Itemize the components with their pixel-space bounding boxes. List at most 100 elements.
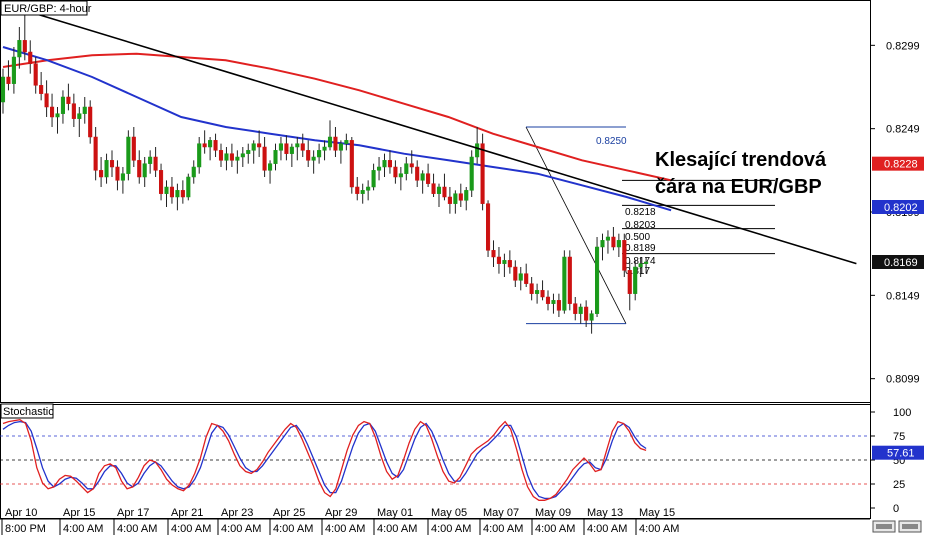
candle-body [246,150,251,154]
candle-body [633,266,638,294]
candle [486,200,491,257]
candle-body [208,140,213,148]
time-date-label: May 01 [377,507,413,519]
price-axis: 0.82990.82490.81990.81490.80990.82280.82… [870,40,924,386]
candle-body [404,163,409,174]
time-hour-label: 4:00 AM [483,523,523,535]
candle-body [535,290,540,294]
forex-chart: 0.82500.82180.82030.5000.81890.81740.817… [0,0,924,535]
time-date-label: May 13 [587,507,623,519]
candle-body [622,240,627,271]
candle-body [458,193,463,201]
candle-body [39,85,44,94]
candle-body [616,240,621,248]
candle [469,150,474,197]
candle-body [567,256,572,304]
candle-body [120,173,125,181]
candle-body [387,160,392,168]
candle-body [71,103,76,119]
stochastic-badge: 57.61 [872,445,924,460]
stochastic-tick-label: 75 [893,431,905,443]
candle-body [431,183,436,194]
candle-body [104,160,109,178]
time-hour-label: 8:00 PM [5,523,46,535]
stochastic-tick-label: 0 [893,503,899,515]
candle-body [595,246,600,314]
annotation-line-2: čára na EUR/GBP [655,176,822,198]
candle-body [426,173,431,184]
candle-body [420,173,425,181]
candle-body [627,270,632,294]
candle-body [556,300,561,311]
candle-body [6,76,11,84]
time-date-label: May 05 [431,507,467,519]
candle-body [338,143,343,151]
candle-body [486,203,491,251]
candle-body [611,236,616,248]
candle-body [398,173,403,178]
candle-body [268,163,273,171]
candle [562,250,567,314]
candle-body [382,160,387,168]
candle-body [77,113,82,119]
candle-body [180,190,185,198]
stochastic-tick-label: 100 [893,407,911,419]
time-hour-label: 4:00 AM [325,523,365,535]
candle-body [44,93,49,108]
price-badge-label: 0.8169 [884,257,918,269]
fib-label: 0.500 [625,232,650,243]
candle-body [311,156,316,161]
candle-body [573,303,578,314]
time-date-label: May 15 [639,507,675,519]
candle-body [436,186,442,194]
annotation-line-1: Klesající trendová [655,149,827,171]
candle-body [60,96,66,114]
candle-body [600,240,605,248]
stochastic-badge-label: 57.61 [887,448,915,460]
candle-body [545,296,551,304]
candle-body [240,153,245,158]
candle-body [213,140,218,151]
price-badge-label: 0.8202 [884,202,918,214]
time-hour-label: 4:00 AM [587,523,627,535]
candle-body [393,166,398,178]
candle-body [93,136,98,171]
candle-body [273,150,278,164]
candle-body [333,136,338,151]
candle-body [638,263,643,268]
candle-body [317,150,322,158]
fib-label: 0.8250 [596,136,627,147]
candle [88,100,93,144]
candle-body [349,140,354,188]
price-tick-label: 0.8249 [886,124,920,136]
stochastic-tick-label: 25 [893,479,905,491]
candle-body [257,143,262,148]
candle-body [148,156,153,164]
candle-body [518,273,523,281]
candle-body [377,166,382,171]
time-hour-label: 4:00 AM [431,523,471,535]
fib-label: 0.8203 [625,220,656,231]
candle-body [50,106,55,118]
chart-scroll-icon[interactable] [872,520,896,533]
candle-body [447,196,452,204]
candle-body [295,143,300,148]
price-tick-label: 0.8149 [886,290,920,302]
candle-body [0,76,6,103]
candle-body [99,170,104,178]
price-badge: 0.8169 [872,255,924,269]
time-hour-label: 4:00 AM [221,523,261,535]
candle-body [262,146,267,171]
candle [126,130,131,181]
stochastic-axis: 100755025057.61 [870,407,924,515]
fib-label: 0.8218 [625,207,656,218]
chart-options-icon[interactable] [898,520,922,533]
candle-body [496,256,501,264]
candle-body [480,143,485,204]
candle-body [137,160,142,178]
time-date-label: Apr 17 [117,507,149,519]
time-date-label: Apr 23 [221,507,253,519]
candle-body [33,63,38,86]
candle-body [584,306,589,321]
candle-body [28,51,33,64]
